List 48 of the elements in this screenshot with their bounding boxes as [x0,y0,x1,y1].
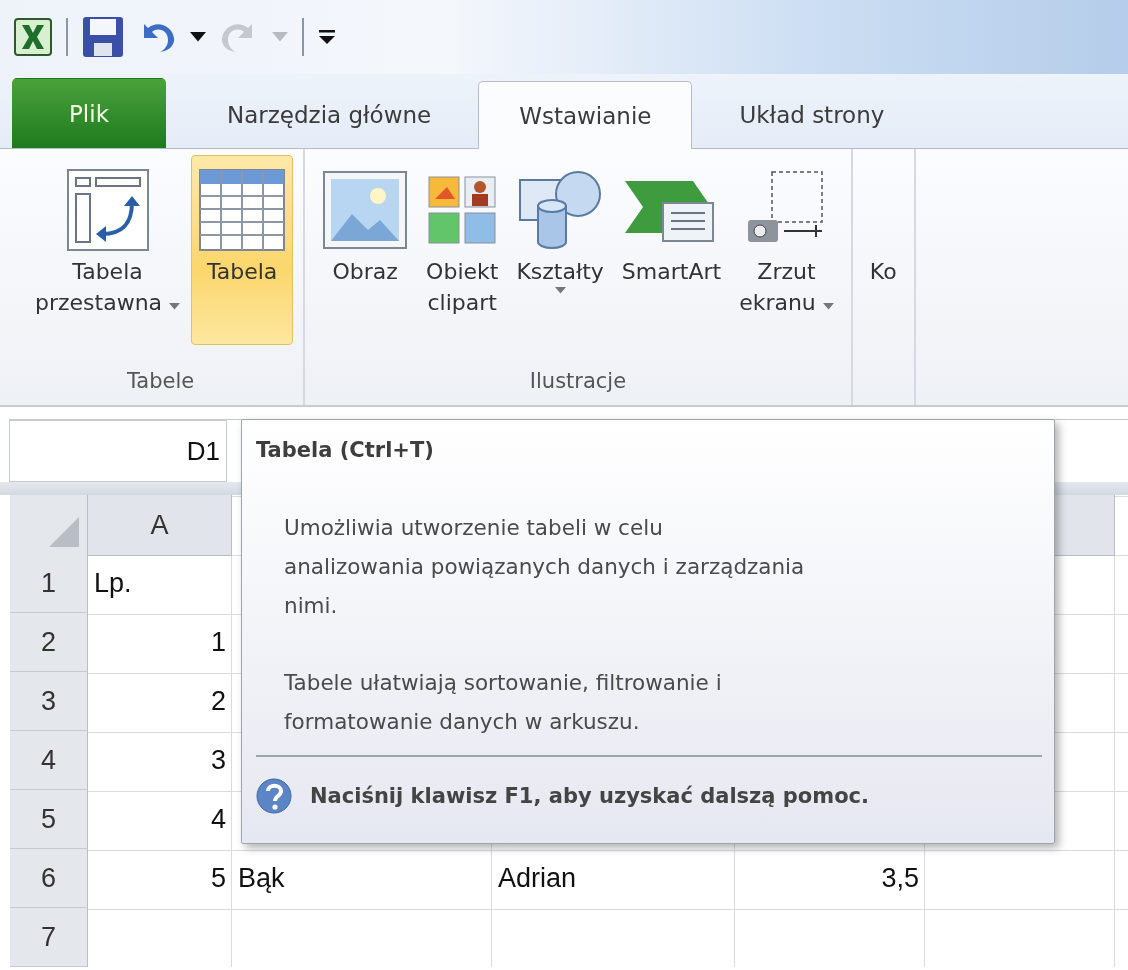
caret-icon [190,32,206,42]
ribbon-tab[interactable]: Narzędzia główne [186,80,473,148]
caret-icon [272,32,288,42]
group-label: Ilustracje [529,368,627,395]
ribbon-button[interactable]: Obiekt clipart [419,155,506,345]
table-cell: 3,5 [881,863,919,894]
ribbon-button[interactable]: Obraz [315,155,416,345]
row-header[interactable]: 4 [10,731,88,790]
row-header[interactable]: 2 [10,613,88,672]
corner-triangle-icon [49,517,79,547]
ribbon-button[interactable]: Tabela [191,155,294,345]
ribbon-button[interactable]: Zrzut ekranu [732,155,841,345]
ribbon-button[interactable]: Kształty [509,155,611,345]
file-tab[interactable]: Plik [12,78,166,148]
ribbon-button[interactable]: Ko [862,155,904,345]
help-hint: Naciśnij klawisz F1, aby uzyskać dalszą pomoc. [310,784,870,808]
row-header[interactable]: 7 [10,908,88,967]
save-icon[interactable] [82,16,124,58]
column-header[interactable]: A [88,495,232,556]
tooltip-text: Umożliwia utworzenie tabeli w celu analizowania powiązanych danych i zarządzania nimi. [283,514,806,620]
table-cell: 5 [210,863,226,894]
table-cell: 2 [210,686,226,717]
shapes-icon [518,170,603,250]
pivot-table-icon [65,168,150,252]
customize-icon[interactable] [318,28,336,46]
clipart-icon [427,175,498,245]
excel-logo-icon[interactable] [14,18,52,56]
row-header[interactable]: 1 [10,554,88,613]
ribbon-tab[interactable]: Wstawianie [478,81,693,149]
name-box[interactable]: D1 [9,420,227,482]
ribbon-button[interactable]: Tabela przestawna [28,155,188,345]
table-cell: 3 [210,745,226,776]
table-icon [198,168,287,252]
group-label: Tabele [126,368,195,395]
tooltip-title: Tabela (Ctrl+T) [256,438,435,462]
table-cell: Adrian [498,863,577,894]
picture-icon [322,170,409,250]
tooltip-text: Tabele ułatwiają sortowanie, filtrowanie i formatowanie danych w arkuszu. [283,669,723,736]
table-cell: 1 [210,627,226,658]
help-icon[interactable] [256,778,292,814]
ribbon-tab[interactable]: Układ strony [698,80,926,148]
row-header[interactable]: 6 [10,849,88,908]
table-cell: Lp. [94,568,132,599]
ribbon-button[interactable]: SmartArt [614,155,729,345]
table-cell: 4 [210,804,226,835]
row-header[interactable]: 5 [10,790,88,849]
row-header[interactable]: 3 [10,672,88,731]
table-cell: Bąk [238,863,285,894]
